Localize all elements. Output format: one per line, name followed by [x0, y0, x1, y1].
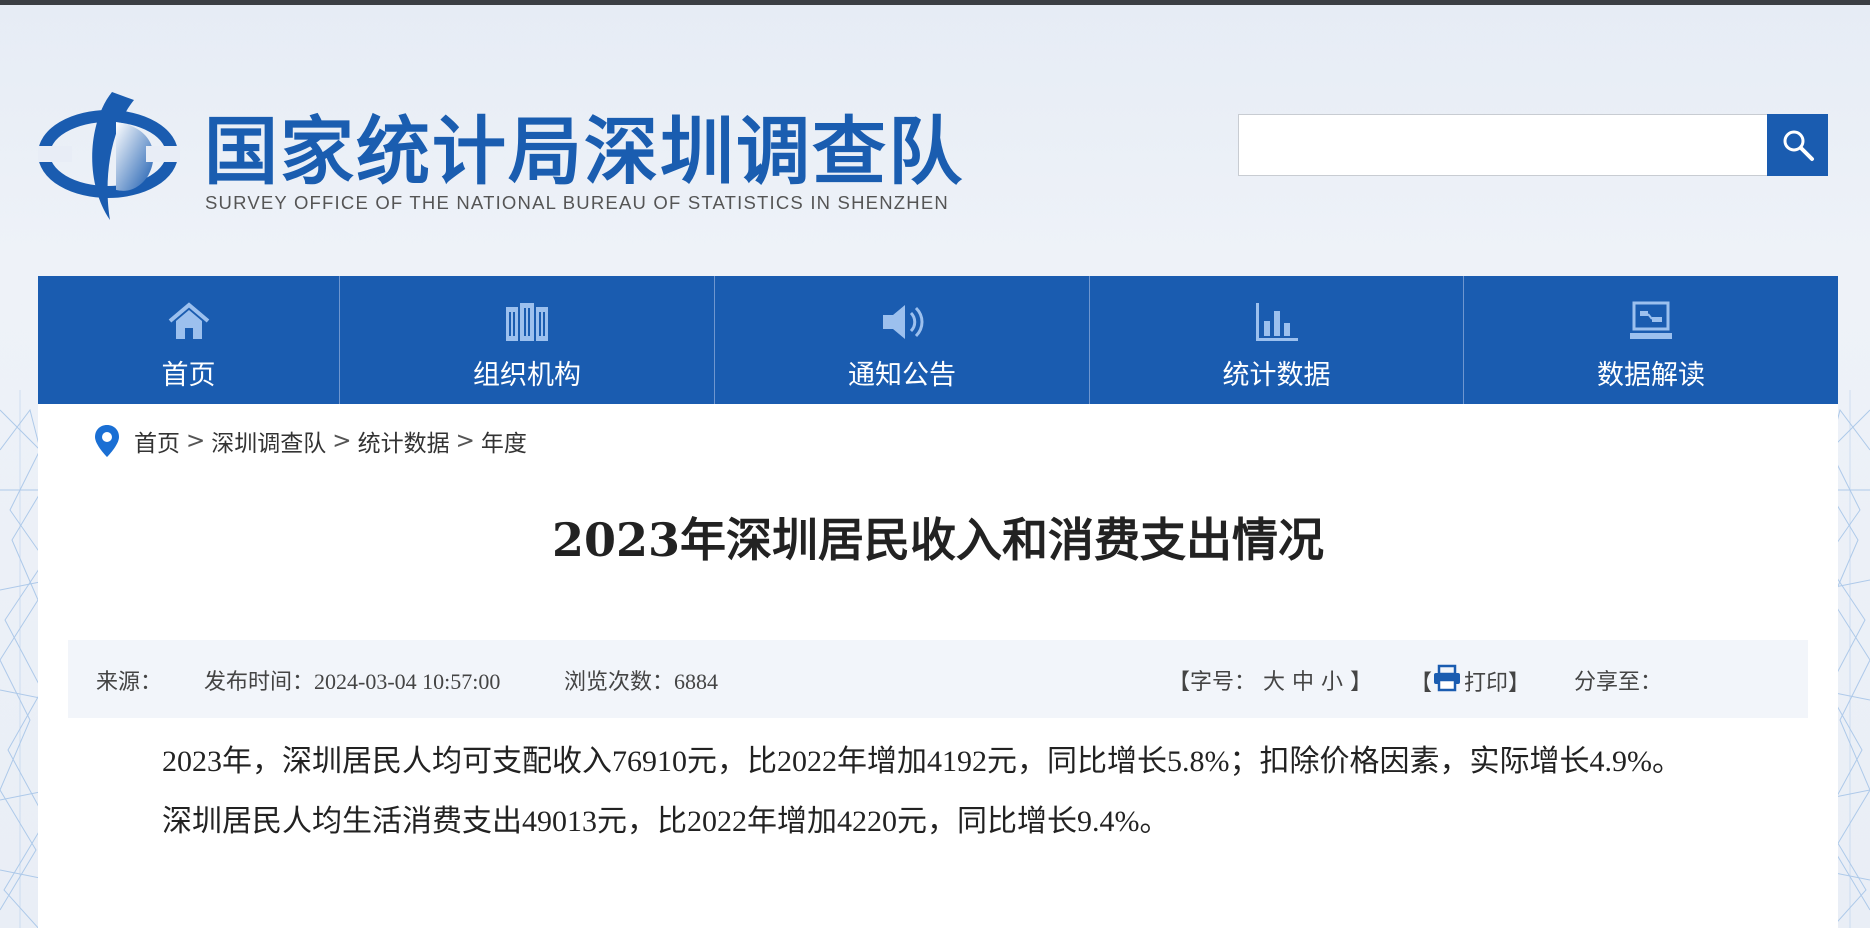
breadcrumb-separator: >	[332, 428, 352, 454]
print-open: 【	[1410, 671, 1433, 696]
breadcrumb-annual[interactable]: 年度	[481, 424, 527, 458]
speaker-icon	[883, 305, 924, 339]
bar-chart-icon	[1255, 303, 1298, 341]
print-close: 】	[1508, 671, 1531, 696]
site-title: 国家统计局深圳调查队	[204, 109, 964, 195]
search-input[interactable]	[1239, 115, 1767, 175]
font-size-close: 】	[1350, 670, 1373, 695]
print-label: 打印	[1464, 671, 1509, 696]
share-label: 分享至：	[1574, 670, 1663, 695]
printer-icon	[1434, 664, 1461, 692]
search-button[interactable]	[1767, 114, 1828, 176]
search-box	[1238, 114, 1768, 176]
nav-label: 统计数据	[1222, 360, 1331, 391]
site-logo[interactable]: 国家统计局深圳调查队 SURVEY OFFICE OF THE NATIONAL…	[38, 92, 1028, 232]
font-small-button[interactable]: 小	[1321, 670, 1343, 695]
breadcrumb-separator: >	[186, 428, 206, 454]
site-subtitle: SURVEY OFFICE OF THE NATIONAL BUREAU OF …	[205, 192, 949, 213]
bureau-logo-icon	[38, 92, 180, 220]
paragraph: 2023年，深圳居民人均可支配收入76910元，比2022年增加4192元，同比…	[162, 745, 1682, 778]
breadcrumb-statistics[interactable]: 统计数据	[358, 424, 450, 458]
article-panel: 首页 > 深圳调查队 > 统计数据 > 年度 2023年深圳居民收入和消费支出情…	[38, 404, 1838, 928]
views-label: 浏览次数：	[564, 670, 675, 695]
font-size-controls: 【字号： 大 中 小 】	[1168, 664, 1372, 696]
view-count: 浏览次数：6884	[564, 664, 718, 696]
monitor-icon	[1630, 301, 1672, 339]
location-pin-icon	[95, 425, 119, 457]
building-icon	[506, 303, 548, 341]
nav-label: 首页	[161, 360, 216, 391]
search-icon	[1783, 130, 1814, 161]
paragraph: 深圳居民人均生活消费支出49013元，比2022年增加4220元，同比增长9.4…	[162, 805, 1170, 838]
top-bar	[0, 0, 1870, 5]
nav-label: 组织机构	[473, 360, 581, 391]
nav-item-home[interactable]: 首页	[38, 276, 340, 404]
publish-time-value: 2024-03-04 10:57:00	[314, 669, 501, 694]
nav-label: 数据解读	[1597, 360, 1705, 391]
article-content: 2023年，深圳居民人均可支配收入76910元，比2022年增加4192元，同比…	[98, 732, 1818, 852]
publish-label: 发布时间：	[204, 670, 315, 695]
nav-label: 通知公告	[848, 360, 956, 391]
font-large-button[interactable]: 大	[1263, 670, 1285, 695]
views-value: 6884	[674, 669, 719, 694]
font-size-label: 【字号：	[1168, 670, 1257, 695]
nav-item-interpretation[interactable]: 数据解读	[1464, 276, 1838, 404]
main-nav: 首页 组织机构 通知公告 统计数据 数据解读	[38, 276, 1838, 404]
home-icon	[168, 302, 209, 339]
article-title: 2023年深圳居民收入和消费支出情况	[551, 513, 1325, 567]
source-label: 来源：	[96, 670, 163, 695]
print-button[interactable]: 【 打印】	[1410, 664, 1530, 697]
breadcrumb-shenzhen-survey[interactable]: 深圳调查队	[211, 424, 326, 458]
font-medium-button[interactable]: 中	[1292, 670, 1314, 695]
nav-item-notices[interactable]: 通知公告	[715, 276, 1090, 404]
breadcrumb-home[interactable]: 首页	[134, 424, 180, 458]
article-meta-bar: 来源： 发布时间：2024-03-04 10:57:00 浏览次数：6884 【…	[68, 640, 1808, 718]
breadcrumb-separator: >	[455, 428, 475, 454]
nav-item-statistics[interactable]: 统计数据	[1090, 276, 1464, 404]
nav-item-organization[interactable]: 组织机构	[340, 276, 715, 404]
publish-time: 发布时间：2024-03-04 10:57:00	[204, 664, 500, 696]
breadcrumb: 首页 > 深圳调查队 > 统计数据 > 年度	[94, 422, 527, 460]
